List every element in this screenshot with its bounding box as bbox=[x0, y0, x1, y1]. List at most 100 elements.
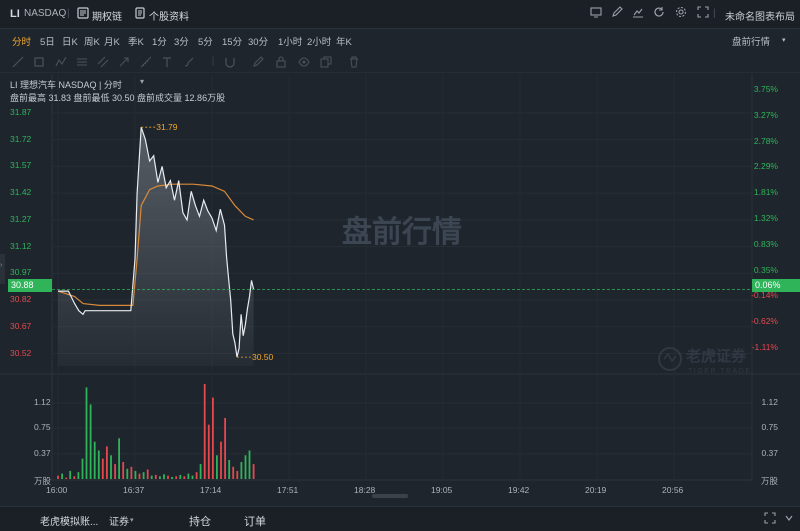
market-selector[interactable]: 证券 bbox=[109, 513, 129, 528]
session-select[interactable]: 盘前行情 bbox=[732, 34, 770, 48]
volume-bar bbox=[150, 475, 153, 479]
copy-icon[interactable] bbox=[320, 56, 332, 68]
volume-bar bbox=[77, 472, 80, 479]
path-tool-icon[interactable] bbox=[55, 56, 67, 68]
fib-tool-icon[interactable] bbox=[76, 56, 88, 68]
period-tab[interactable]: 年K bbox=[336, 34, 352, 48]
volume-axis-label: 0.37 bbox=[34, 447, 51, 458]
volume-bar bbox=[93, 441, 96, 479]
line-tool-icon[interactable] bbox=[12, 56, 24, 68]
divider: | bbox=[67, 8, 70, 19]
compare-icon[interactable] bbox=[631, 6, 645, 20]
period-tab[interactable]: 5分 bbox=[198, 34, 213, 48]
volume-bar bbox=[163, 474, 165, 480]
market-dropdown-icon[interactable]: ▾ bbox=[130, 516, 134, 524]
session-dropdown-icon[interactable]: ▾ bbox=[782, 36, 786, 44]
text-tool-icon[interactable] bbox=[161, 56, 173, 68]
collapse-panel-icon[interactable] bbox=[784, 512, 794, 527]
eye-icon[interactable] bbox=[298, 56, 310, 68]
volume-bar bbox=[167, 475, 169, 479]
watermark-text: 盘前行情 bbox=[342, 215, 462, 249]
volume-bar bbox=[122, 462, 125, 479]
arrow-tool-icon[interactable] bbox=[118, 56, 130, 68]
time-axis-label: 20:19 bbox=[585, 485, 607, 495]
period-tab[interactable]: 周K bbox=[84, 34, 100, 48]
measure-tool-icon[interactable] bbox=[140, 56, 152, 68]
volume-bar bbox=[248, 450, 251, 479]
legend-dropdown-icon[interactable]: ▾ bbox=[140, 77, 144, 86]
ticker-symbol[interactable]: LI bbox=[10, 8, 20, 20]
current-price-tag: 30.88 bbox=[8, 279, 52, 292]
orders-tab[interactable]: 订单 bbox=[244, 513, 266, 529]
time-axis-label: 19:42 bbox=[508, 485, 530, 495]
volume-bar bbox=[114, 464, 116, 479]
stock-info-link[interactable]: 个股资料 bbox=[149, 8, 189, 23]
fullscreen-icon[interactable] bbox=[696, 6, 710, 20]
divider: | bbox=[211, 56, 215, 67]
volume-bar bbox=[252, 464, 255, 479]
period-tab[interactable]: 15分 bbox=[222, 34, 242, 48]
volume-bar bbox=[101, 458, 104, 479]
period-tab[interactable]: 月K bbox=[104, 34, 120, 48]
layout-name[interactable]: 未命名图表布局 bbox=[725, 8, 795, 23]
volume-bar bbox=[244, 455, 247, 480]
timeline-scroll-handle[interactable] bbox=[372, 494, 408, 498]
percent-axis-label: 0.83% bbox=[753, 238, 778, 249]
period-tab[interactable]: 3分 bbox=[174, 34, 189, 48]
volume-bar bbox=[126, 468, 129, 479]
positions-tab[interactable]: 持仓 bbox=[189, 513, 211, 529]
brand-cn: 老虎证券 bbox=[685, 347, 747, 365]
volume-axis-label: 1.12 bbox=[34, 397, 51, 407]
time-axis-label: 17:51 bbox=[277, 485, 299, 495]
rect-tool-icon[interactable] bbox=[33, 56, 45, 68]
lock-icon[interactable] bbox=[275, 56, 287, 68]
trash-icon[interactable] bbox=[348, 56, 360, 68]
intraday-chart[interactable]: 盘前行情 老虎证券 TIGER TRADE 31.79 30.50 bbox=[0, 74, 800, 499]
volume-bar bbox=[159, 476, 161, 479]
period-tab[interactable]: 季K bbox=[128, 34, 144, 48]
chart-legend-title[interactable]: LI 理想汽车 NASDAQ | 分时 bbox=[10, 78, 122, 91]
options-chain-icon[interactable] bbox=[76, 7, 90, 21]
price-axis-label: 31.27 bbox=[10, 213, 32, 224]
period-tab[interactable]: 30分 bbox=[248, 34, 268, 48]
magnet-icon[interactable] bbox=[224, 56, 236, 68]
brush-tool-icon[interactable] bbox=[183, 56, 195, 68]
volume-bar bbox=[199, 464, 202, 479]
volume-bar bbox=[187, 473, 190, 479]
period-tab[interactable]: 日K bbox=[62, 34, 78, 48]
volume-bar bbox=[175, 476, 178, 479]
volume-bar bbox=[240, 462, 243, 479]
percent-axis-label: 1.81% bbox=[753, 187, 778, 198]
volume-bar bbox=[130, 466, 133, 479]
volume-bar bbox=[195, 472, 198, 479]
period-tab[interactable]: 2小时 bbox=[307, 34, 331, 48]
period-tab[interactable]: 1小时 bbox=[278, 34, 302, 48]
period-tab[interactable]: 分时 bbox=[12, 34, 31, 48]
high-marker-label: 31.79 bbox=[156, 122, 178, 132]
period-tab[interactable]: 5日 bbox=[40, 34, 55, 48]
stock-info-icon[interactable] bbox=[133, 7, 147, 21]
volume-bar bbox=[191, 475, 194, 479]
time-axis-label: 16:00 bbox=[46, 485, 68, 495]
chart-area[interactable]: 盘前行情 老虎证券 TIGER TRADE 31.79 30.50 LI 理想汽… bbox=[0, 74, 800, 499]
top-toolbar: LI NASDAQ | 期权链 个股资料 | 未命名图表布局 bbox=[0, 0, 800, 29]
account-selector[interactable]: 老虎模拟账... bbox=[40, 513, 98, 528]
settings-icon[interactable] bbox=[674, 6, 688, 20]
percent-axis-label: -1.11% bbox=[751, 342, 778, 352]
refresh-icon[interactable] bbox=[652, 6, 666, 20]
screen-icon[interactable] bbox=[589, 6, 603, 20]
options-chain-link[interactable]: 期权链 bbox=[92, 8, 122, 23]
edit-icon[interactable] bbox=[610, 6, 624, 20]
volume-bar bbox=[81, 458, 84, 479]
volume-bar bbox=[118, 438, 120, 479]
volume-bar bbox=[61, 473, 63, 479]
price-axis-label: 31.87 bbox=[10, 106, 32, 117]
pencil-icon[interactable] bbox=[252, 56, 264, 68]
channel-tool-icon[interactable] bbox=[97, 56, 109, 68]
percent-axis-label: -0.62% bbox=[751, 316, 778, 327]
expand-icon[interactable] bbox=[764, 512, 776, 527]
collapse-arrow-icon[interactable]: › bbox=[0, 262, 2, 269]
bottom-trade-bar: 老虎模拟账... 证券 ▾ 持仓 订单 bbox=[0, 506, 800, 531]
collapse-handle[interactable] bbox=[0, 254, 5, 284]
period-tab[interactable]: 1分 bbox=[152, 34, 167, 48]
